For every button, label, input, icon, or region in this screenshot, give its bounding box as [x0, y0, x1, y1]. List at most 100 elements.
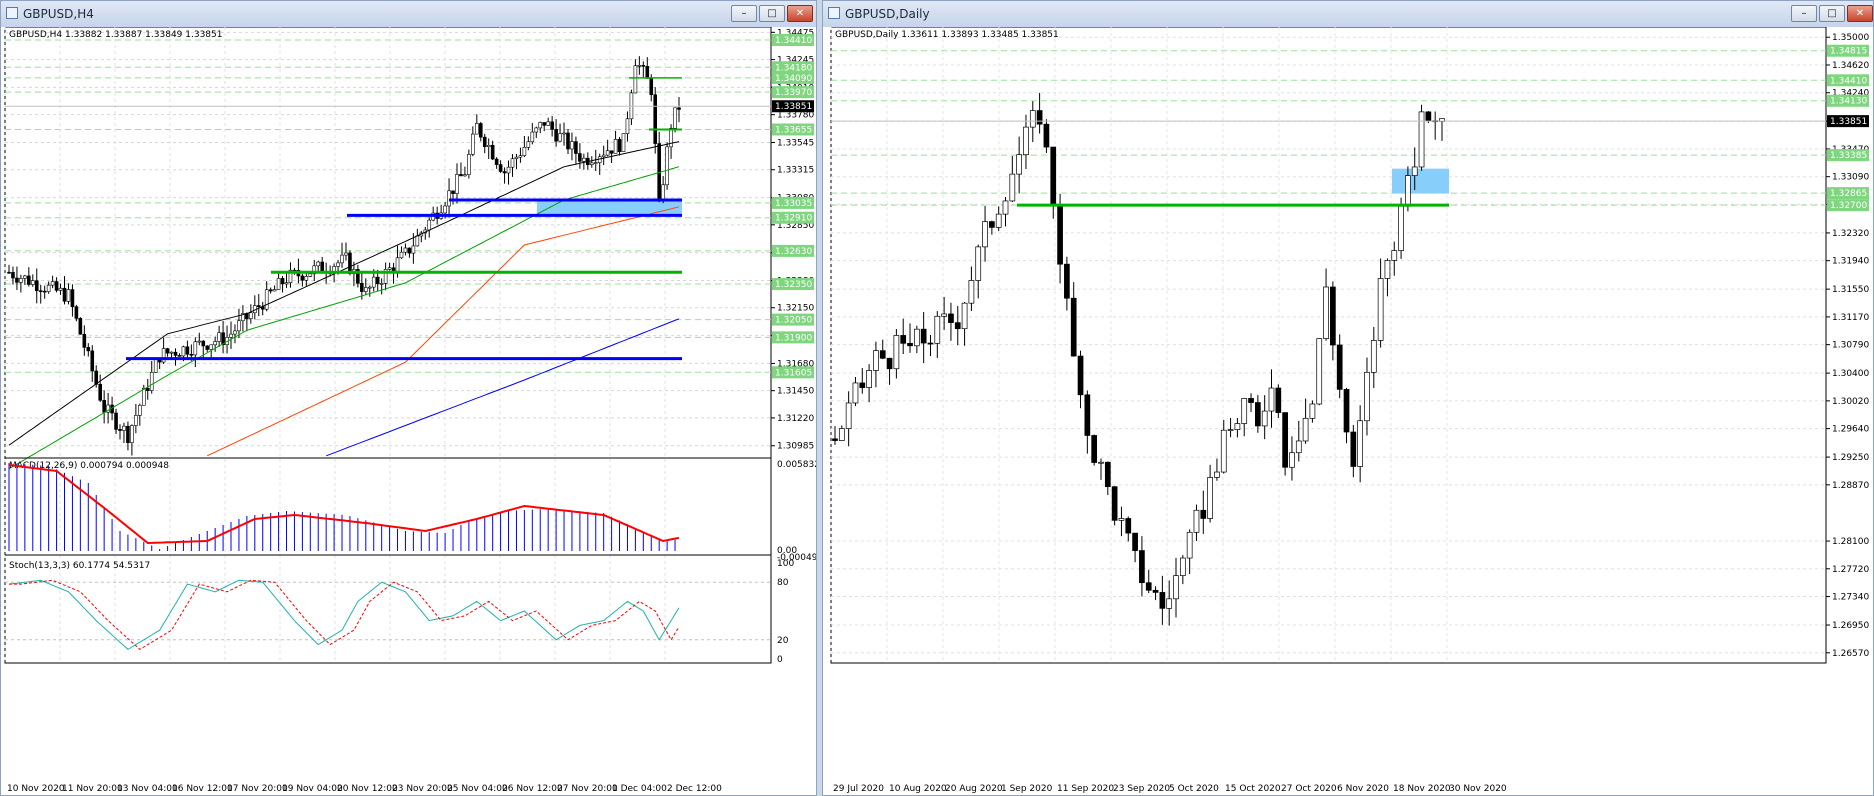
candle-body	[669, 127, 673, 148]
candle-body	[1098, 461, 1104, 464]
candle-body	[15, 277, 19, 283]
chart-window-icon	[6, 7, 18, 19]
candle-body	[1357, 420, 1364, 467]
candle-body	[1104, 461, 1111, 488]
candle-body	[866, 370, 872, 388]
h4-chart-canvas[interactable]: 1.344751.342451.340101.337801.335451.333…	[1, 27, 816, 795]
candle-body	[1261, 410, 1268, 427]
candle-body	[1418, 111, 1425, 168]
daily-chart-window[interactable]: GBPUSD,Daily – □ ✕ 1.35000 1.34620 1.34240…	[822, 0, 1874, 796]
candle-body	[126, 425, 130, 443]
candle-body	[300, 275, 305, 281]
h4-window-titlebar[interactable]: GBPUSD,H4 – □ ✕	[1, 1, 816, 28]
candle-body	[490, 144, 495, 160]
candle-body	[1370, 340, 1377, 373]
candle-body	[407, 247, 412, 254]
price-tick-label: 1.31550	[1832, 285, 1869, 295]
candle-body	[1152, 589, 1159, 593]
time-axis-label: 1 Dec 04:00	[612, 784, 667, 794]
level-price-tag-label: 1.32700	[1830, 201, 1867, 211]
candle-body	[838, 428, 845, 441]
minimize-button[interactable]: –	[731, 5, 757, 22]
candle-body	[1077, 355, 1084, 396]
candle-body	[1227, 429, 1234, 431]
time-axis-label: 13 Nov 04:00	[117, 784, 178, 794]
candle-body	[237, 320, 241, 332]
candle-body	[467, 154, 471, 175]
candle-body	[1295, 440, 1302, 454]
candle-body	[1289, 452, 1295, 468]
candle-body	[189, 353, 194, 356]
minimize-button[interactable]: –	[1791, 5, 1817, 22]
candle-body	[1398, 205, 1404, 251]
candle-body	[542, 122, 547, 126]
candle-body	[145, 387, 150, 391]
time-axis-label: 5 Oct 2020	[1169, 784, 1219, 794]
candle-body	[518, 155, 523, 158]
candle-body	[1070, 297, 1077, 357]
candle-body	[364, 287, 368, 292]
candle-body	[653, 94, 658, 144]
price-tick-label: 1.31450	[777, 387, 814, 397]
candle-body	[621, 133, 626, 152]
stoch-tick-label: 20	[777, 636, 789, 646]
candle-body	[46, 284, 51, 292]
candle-body	[1214, 471, 1220, 478]
maximize-button[interactable]: □	[759, 5, 785, 22]
candle-body	[1173, 575, 1179, 600]
candle-body	[23, 275, 27, 279]
candle-body	[102, 399, 106, 413]
candle-body	[538, 122, 543, 129]
close-button[interactable]: ✕	[787, 5, 813, 22]
candle-body	[589, 162, 594, 165]
time-axis-label: 11 Sep 2020	[1057, 784, 1114, 794]
stoch-tick-label: 0	[777, 655, 783, 665]
candle-body	[645, 66, 650, 79]
candle-body	[948, 313, 954, 324]
candle-body	[19, 278, 23, 283]
time-axis-label: 1 Sep 2020	[1001, 784, 1053, 794]
close-button[interactable]: ✕	[1847, 5, 1873, 22]
candle-body	[482, 136, 487, 148]
candle-body	[153, 359, 158, 373]
maximize-button[interactable]: □	[1819, 5, 1845, 22]
price-tick-label: 1.31170	[1832, 313, 1869, 323]
candle-body	[475, 123, 479, 135]
candle-body	[169, 351, 174, 354]
candle-body	[197, 340, 202, 343]
candle-body	[1336, 344, 1343, 390]
candle-body	[66, 289, 71, 302]
candle-body	[673, 107, 677, 129]
candle-body	[1002, 200, 1009, 215]
price-tick-label: 1.30985	[777, 442, 814, 452]
macd-tick-label: 0.005832	[777, 460, 816, 470]
candle-body	[1036, 110, 1043, 125]
candle-body	[42, 290, 47, 293]
candle-body	[415, 235, 420, 247]
candle-body	[522, 146, 527, 156]
candle-body	[320, 261, 324, 273]
price-tick-label: 1.33315	[777, 166, 814, 176]
candle-body	[1411, 166, 1418, 176]
daily-chart-canvas[interactable]: 1.350001.346201.342401.338511.334701.330…	[823, 27, 1873, 795]
level-price-tag-label: 1.32630	[775, 247, 812, 257]
time-axis-label: 16 Nov 12:00	[172, 784, 233, 794]
candle-body	[845, 402, 852, 429]
candle-body	[534, 127, 539, 133]
candle-body	[11, 272, 15, 279]
candle-body	[550, 121, 554, 130]
price-tick-label: 1.30790	[1832, 341, 1869, 351]
candle-body	[900, 335, 907, 344]
candle-body	[934, 315, 941, 344]
candle-body	[58, 287, 63, 291]
time-axis-label: 2 Dec 12:00	[667, 784, 722, 794]
candle-body	[498, 164, 503, 172]
candle-body	[554, 129, 558, 142]
candle-body	[1241, 398, 1248, 424]
candle-body	[94, 370, 99, 385]
candle-body	[605, 150, 610, 156]
time-axis-label: 18 Nov 2020	[1393, 784, 1451, 794]
candle-body	[276, 278, 281, 290]
h4-chart-window[interactable]: GBPUSD,H4 – □ ✕ 1.344751.342451.340101.3…	[0, 0, 817, 796]
daily-window-titlebar[interactable]: GBPUSD,Daily – □ ✕	[823, 1, 1873, 28]
